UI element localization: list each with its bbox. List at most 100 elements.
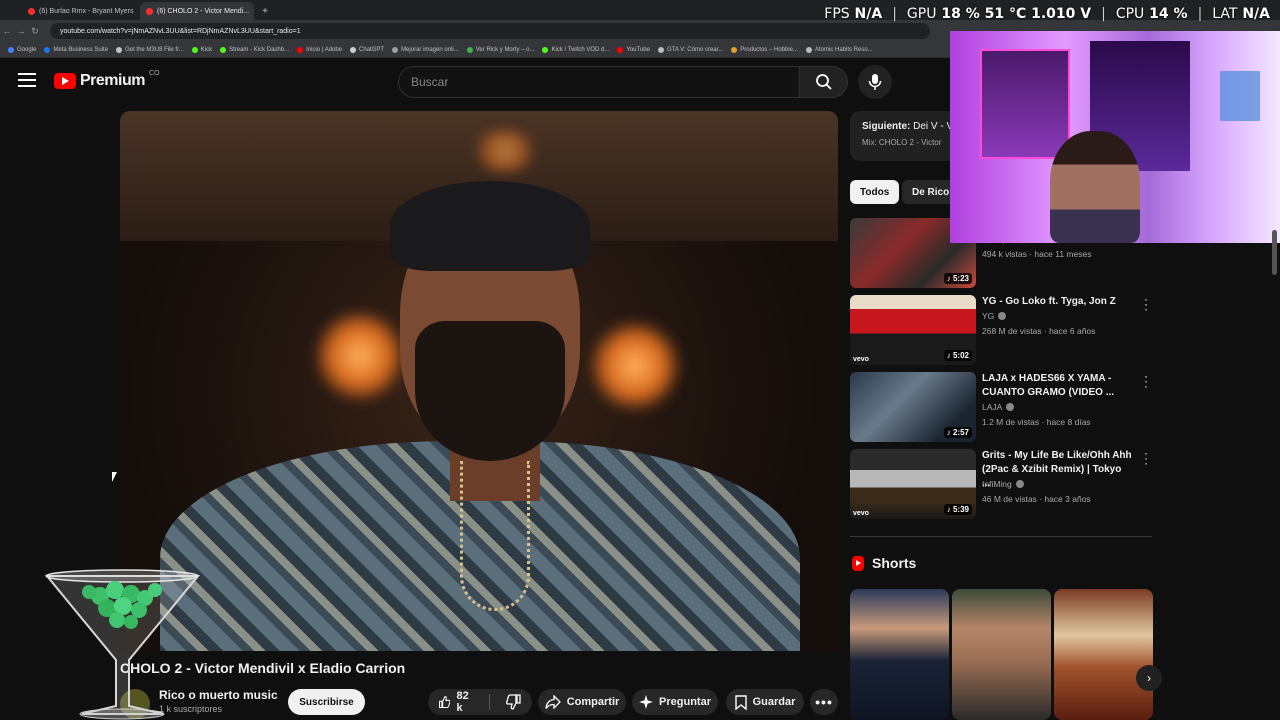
reload-icon[interactable]: ↻	[28, 26, 42, 37]
cpu-label: CPU	[1115, 6, 1145, 22]
bookmark-item[interactable]: Kick	[191, 46, 212, 53]
save-button[interactable]: Guardar	[726, 689, 804, 715]
video-thumbnail[interactable]: ♪ 2:57	[850, 372, 976, 442]
recommendation-title[interactable]: LAJA x HADES66 X YAMA - CUANTO GRAMO (VI…	[982, 372, 1132, 400]
search-button[interactable]	[800, 66, 848, 98]
search-placeholder: Buscar	[411, 75, 449, 89]
bookmark-item[interactable]: ChatGPT	[350, 46, 385, 53]
bookmark-item[interactable]: Stream - Kick Dashb...	[220, 46, 289, 53]
bookmark-label: Atomic Habits Reso...	[815, 46, 873, 53]
like-button[interactable]: 82 k	[428, 689, 483, 715]
share-button[interactable]: Compartir	[538, 689, 626, 715]
bookmark-item[interactable]: YouTube	[617, 46, 650, 53]
ask-label: Preguntar	[659, 696, 711, 708]
short-thumbnail[interactable]	[952, 589, 1051, 720]
search-icon	[815, 74, 832, 90]
recommendation-item[interactable]: vevo ♪ 5:39 Grits - My Life Be Like/Ohh Ah…	[850, 447, 1155, 521]
bookmark-item[interactable]: Inicio | Adobe	[297, 46, 343, 53]
browser-tab[interactable]: (6) Burlao Rmx - Bryant Myers ✕	[22, 2, 136, 20]
bookmark-favicon-icon	[116, 46, 123, 53]
duration-badge: ♪ 5:23	[943, 273, 972, 284]
more-vert-icon[interactable]: ···	[1141, 370, 1151, 392]
recommendation-channel[interactable]: InfiMing	[982, 479, 1024, 489]
thumbs-up-icon	[439, 696, 451, 708]
url-field[interactable]: youtube.com/watch?v=jNmAZNvL3UU&list=RDj…	[50, 23, 930, 39]
recommendation-channel[interactable]: LAJA	[982, 402, 1015, 412]
bookmark-favicon-icon	[44, 46, 51, 53]
search-input[interactable]: Buscar	[398, 66, 800, 98]
video-person-chain	[460, 461, 530, 611]
recommendation-channel[interactable]: YG	[982, 311, 1007, 321]
bookmark-favicon-icon	[297, 46, 304, 53]
duration-badge: ♪ 5:02	[943, 350, 972, 361]
webcam-overlay	[950, 31, 1280, 243]
channel-label: InfiMing	[982, 479, 1012, 489]
menu-icon[interactable]	[18, 73, 36, 89]
fps-value: N/A	[854, 6, 883, 22]
microphone-icon	[868, 74, 882, 90]
voice-search-button[interactable]	[858, 65, 892, 99]
more-vert-icon[interactable]: ···	[1141, 447, 1151, 469]
duration-text: 5:39	[952, 505, 969, 514]
bookmark-favicon-icon	[806, 46, 812, 53]
bookmark-item[interactable]: Meta Business Suite	[44, 46, 109, 53]
bookmark-item[interactable]: Kick / Twitch VOD d...	[542, 46, 610, 53]
bookmark-icon	[734, 694, 747, 710]
short-thumbnail[interactable]	[850, 589, 949, 720]
ask-button[interactable]: Preguntar	[632, 689, 718, 715]
chevron-right-icon[interactable]: ›	[1136, 665, 1162, 691]
url-text: youtube.com/watch?v=jNmAZNvL3UU&list=RDj…	[60, 27, 301, 35]
vevo-badge: vevo	[853, 356, 869, 363]
performance-overlay: FPS N/A | GPU 18 % 51 °C 1.010 V | CPU 1…	[824, 6, 1270, 22]
short-thumbnail[interactable]	[1054, 589, 1153, 720]
video-ceiling-light	[470, 131, 540, 171]
scrollbar[interactable]	[1272, 230, 1277, 275]
bookmark-item[interactable]: Get the M3U8 File fr...	[116, 46, 184, 53]
more-actions-button[interactable]: •••	[810, 689, 838, 715]
browser-tab-active[interactable]: (6) CHOLO 2 - Victor Mendi... ✕	[140, 2, 254, 20]
gpu-label: GPU	[906, 6, 937, 22]
save-label: Guardar	[752, 696, 796, 708]
back-icon[interactable]: ←	[0, 26, 14, 36]
youtube-favicon-icon	[146, 7, 153, 15]
recommendation-title[interactable]: YG - Go Loko ft. Tyga, Jon Z	[982, 295, 1132, 309]
bookmark-label: Meta Business Suite	[53, 46, 109, 53]
bookmark-favicon-icon	[8, 46, 14, 53]
video-thumbnail[interactable]: vevo ♪ 5:39	[850, 449, 976, 519]
bookmark-favicon-icon	[542, 46, 549, 53]
like-count: 82 k	[456, 690, 469, 714]
subscribe-button[interactable]: Suscribirse	[288, 689, 365, 715]
more-vert-icon[interactable]: ···	[1141, 293, 1151, 315]
bookmark-item[interactable]: Mejorar imagen onli...	[392, 46, 459, 53]
youtube-premium-logo[interactable]: Premium CO	[54, 70, 159, 90]
more-dots-icon: •••	[815, 694, 833, 710]
chip-todos[interactable]: Todos	[850, 180, 900, 204]
video-person-beard	[415, 321, 565, 461]
tab-title: (6) Burlao Rmx - Bryant Myers	[39, 7, 134, 15]
bookmark-label: Ver Rick y Morty – o...	[475, 46, 535, 53]
forward-icon[interactable]: →	[14, 26, 28, 36]
dislike-button[interactable]	[496, 689, 532, 715]
bookmark-item[interactable]: Ver Rick y Morty – o...	[466, 46, 535, 53]
bookmark-label: Kick / Twitch VOD d...	[551, 46, 610, 53]
new-tab-button[interactable]: +	[258, 2, 272, 20]
fps-label: FPS	[824, 6, 850, 22]
video-player[interactable]	[120, 111, 838, 651]
recommendation-item[interactable]: vevo ♪ 5:02 YG - Go Loko ft. Tyga, Jon Z YG…	[850, 293, 1155, 367]
bookmark-label: Productos – Hobbie...	[740, 46, 798, 53]
webcam-poster	[1220, 71, 1260, 121]
bookmark-item[interactable]: GTA V: Cómo crear...	[657, 46, 723, 53]
duration-badge: ♪ 2:57	[943, 427, 972, 438]
video-lamp-left	[315, 311, 405, 401]
bookmark-item[interactable]: Productos – Hobbie...	[731, 46, 798, 53]
duration-badge: ♪ 5:39	[943, 504, 972, 515]
bookmark-label: Inicio | Adobe	[306, 46, 343, 53]
bookmark-item[interactable]: Google	[8, 46, 36, 53]
video-thumbnail[interactable]: vevo ♪ 5:02	[850, 295, 976, 365]
recommendation-item[interactable]: ♪ 2:57 LAJA x HADES66 X YAMA - CUANTO GRA…	[850, 370, 1155, 444]
youtube-play-icon	[54, 73, 76, 89]
video-lamp-right	[590, 321, 680, 411]
bookmark-item[interactable]: Atomic Habits Reso...	[806, 46, 873, 53]
close-tab-icon[interactable]: ✕	[253, 7, 254, 16]
bookmark-label: ChatGPT	[359, 46, 385, 53]
